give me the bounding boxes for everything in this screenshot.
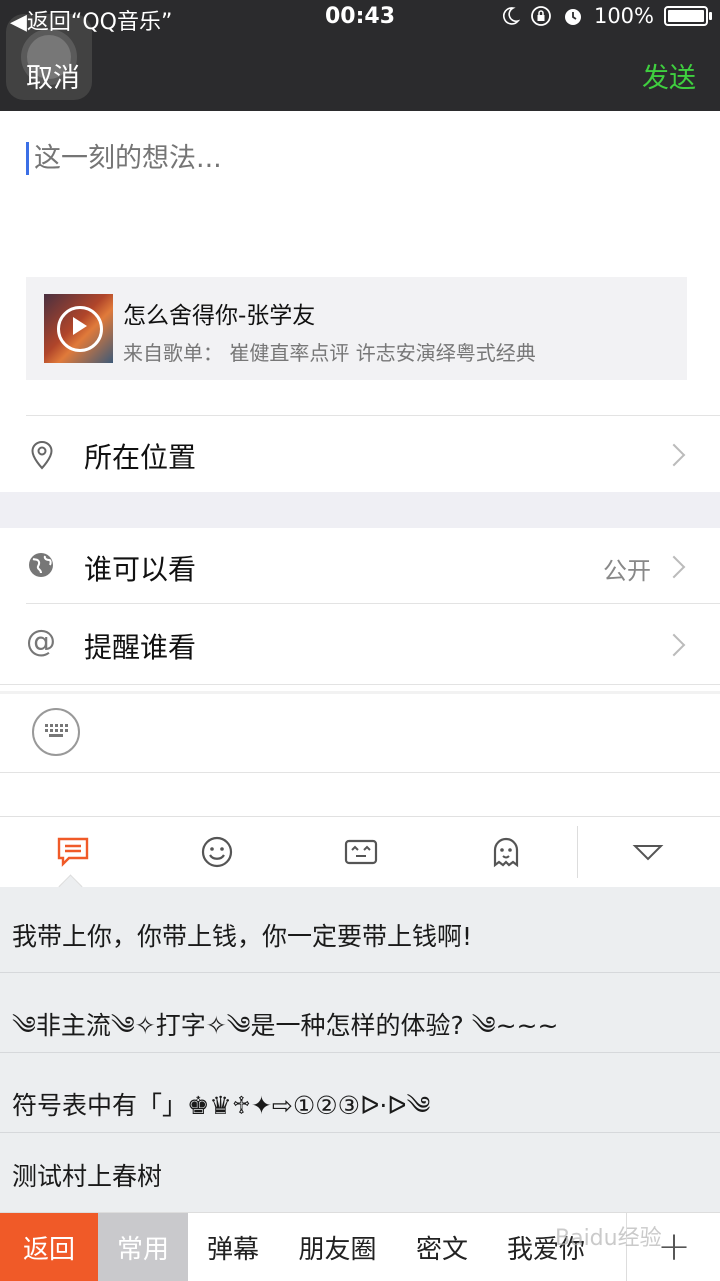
keyboard-toggle-button[interactable] — [32, 708, 80, 756]
category-common[interactable]: 常用 — [98, 1213, 188, 1281]
input-toolbar — [0, 694, 720, 816]
category-moments[interactable]: 朋友圈 — [280, 1213, 395, 1281]
song-source: 来自歌单： 崔健直率点评 许志安演绎粤式经典 — [123, 341, 536, 365]
list-item[interactable]: ༄非主流༄✧打字✧༄是一种怎样的体验? ༄~~~ — [0, 973, 720, 1053]
song-title: 怎么舍得你-张学友 — [123, 303, 316, 329]
moon-icon — [502, 7, 520, 25]
tab-divider — [577, 826, 578, 878]
tab-ghost[interactable] — [466, 817, 546, 887]
watermark: Baidu经验 — [555, 1226, 662, 1251]
text-caret — [26, 142, 29, 175]
play-icon[interactable] — [73, 317, 87, 335]
tab-emoji[interactable] — [177, 817, 257, 887]
tab-collapse[interactable] — [608, 817, 688, 887]
smiley-icon — [201, 836, 233, 868]
send-button[interactable]: 发送 — [642, 56, 696, 95]
category-danmu[interactable]: 弹幕 — [188, 1213, 278, 1281]
visibility-label: 谁可以看 — [84, 553, 197, 586]
list-item[interactable]: 测试村上春树 — [0, 1133, 720, 1212]
section-gap — [0, 492, 720, 528]
location-label: 所在位置 — [84, 441, 197, 474]
back-button[interactable]: 返回 — [0, 1213, 98, 1281]
phrase-text: 测试村上春树 — [12, 1162, 163, 1191]
rotation-lock-icon — [531, 6, 551, 26]
category-secret[interactable]: 密文 — [398, 1213, 486, 1281]
collapse-icon — [632, 845, 664, 861]
emoji-tab-bar — [0, 816, 720, 888]
phrases-icon — [57, 837, 89, 867]
alarm-icon — [564, 9, 581, 25]
location-pin-icon — [31, 440, 53, 470]
visibility-value: 公开 — [603, 557, 651, 585]
cancel-button[interactable]: 取消 — [26, 56, 80, 95]
at-icon: @ — [26, 624, 56, 659]
battery-icon — [664, 6, 712, 26]
divider — [0, 772, 720, 773]
phrase-list: 我带上你，你带上钱，你一定要带上钱啊! ༄非主流༄✧打字✧༄是一种怎样的体验? … — [0, 887, 720, 1212]
phrase-text: 我带上你，你带上钱，你一定要带上钱啊! — [12, 922, 473, 951]
tab-kaomoji[interactable] — [321, 817, 401, 887]
globe-icon — [29, 553, 53, 577]
divider — [0, 684, 720, 685]
mention-label: 提醒谁看 — [84, 631, 197, 664]
list-item[interactable]: 我带上你，你带上钱，你一定要带上钱啊! — [0, 893, 720, 973]
ghost-icon — [493, 837, 519, 868]
kaomoji-icon — [344, 839, 378, 865]
thought-input[interactable] — [34, 138, 674, 178]
battery-percent: 100% — [593, 4, 654, 28]
list-item[interactable]: 符号表中有「」♚♛♱✦⇨①②③ᐅ·ᐅ༄ — [0, 1053, 720, 1133]
status-icons: 100% — [500, 4, 712, 28]
keyboard-icon — [45, 724, 68, 737]
